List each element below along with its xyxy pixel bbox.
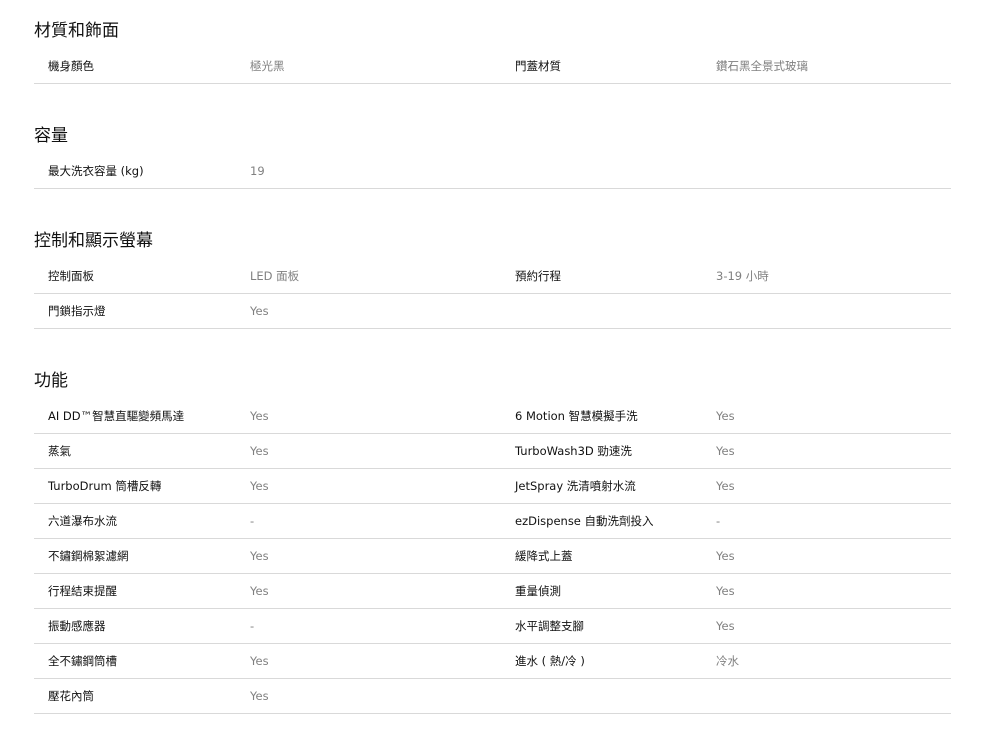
spec-value: 鑽石黑全景式玻璃 xyxy=(716,59,808,73)
spec-label: 進水 ( 熱/冷 ) xyxy=(515,654,585,668)
spec-value: 極光黑 xyxy=(250,59,285,73)
spec-value: 冷水 xyxy=(716,654,739,668)
spec-value: LED 面板 xyxy=(250,269,300,283)
spec-label: 行程結束提醒 xyxy=(48,584,117,598)
spec-value: - xyxy=(250,514,255,528)
spec-label: 不鏽鋼棉絮濾網 xyxy=(48,549,129,563)
spec-label: 門蓋材質 xyxy=(515,59,561,73)
spec-label: 壓花內筒 xyxy=(48,689,94,703)
spec-row: 最大洗衣容量 (kg) 19 xyxy=(34,154,951,189)
spec-label: AI DD™智慧直驅變頻馬達 xyxy=(48,409,185,423)
spec-row: 不鏽鋼棉絮濾網 Yes 緩降式上蓋 Yes xyxy=(34,539,951,574)
spec-value: Yes xyxy=(250,689,269,703)
spec-row: 六道瀑布水流 - ezDispense 自動洗劑投入 - xyxy=(34,504,951,539)
spec-row: 全不鏽鋼筒槽 Yes 進水 ( 熱/冷 ) 冷水 xyxy=(34,644,951,679)
spec-label: TurboWash3D 勁速洗 xyxy=(515,444,632,458)
spec-row: 蒸氣 Yes TurboWash3D 勁速洗 Yes xyxy=(34,434,951,469)
section-features: 功能 AI DD™智慧直驅變頻馬達 Yes 6 Motion 智慧模擬手洗 Ye… xyxy=(34,364,951,714)
spec-label: 緩降式上蓋 xyxy=(515,549,573,563)
spec-value: Yes xyxy=(250,584,269,598)
section-title: 控制和顯示螢幕 xyxy=(34,231,153,251)
spec-value: Yes xyxy=(250,549,269,563)
spec-row: AI DD™智慧直驅變頻馬達 Yes 6 Motion 智慧模擬手洗 Yes xyxy=(34,399,951,434)
spec-page: 材質和飾面 機身顏色 極光黑 門蓋材質 鑽石黑全景式玻璃 容量 最大洗衣容量 (… xyxy=(0,0,1000,743)
spec-row: 門鎖指示燈 Yes xyxy=(34,294,951,329)
spec-row: 控制面板 LED 面板 預約行程 3-19 小時 xyxy=(34,259,951,294)
spec-value: Yes xyxy=(716,619,735,633)
spec-label: 六道瀑布水流 xyxy=(48,514,117,528)
spec-value: Yes xyxy=(250,444,269,458)
spec-row: 機身顏色 極光黑 門蓋材質 鑽石黑全景式玻璃 xyxy=(34,49,951,84)
spec-label: 全不鏽鋼筒槽 xyxy=(48,654,117,668)
spec-value: Yes xyxy=(250,304,269,318)
spec-label: 最大洗衣容量 (kg) xyxy=(48,164,144,178)
spec-label: 蒸氣 xyxy=(48,444,71,458)
spec-value: Yes xyxy=(250,479,269,493)
section-title: 容量 xyxy=(34,126,68,146)
spec-row: 行程結束提醒 Yes 重量偵測 Yes xyxy=(34,574,951,609)
spec-label: 6 Motion 智慧模擬手洗 xyxy=(515,409,638,423)
spec-value: Yes xyxy=(716,584,735,598)
spec-label: 機身顏色 xyxy=(48,59,94,73)
section-title: 材質和飾面 xyxy=(34,21,119,41)
spec-value: Yes xyxy=(250,409,269,423)
spec-value: 19 xyxy=(250,164,265,178)
spec-label: 重量偵測 xyxy=(515,584,561,598)
spec-label: 控制面板 xyxy=(48,269,94,283)
section-materials: 材質和飾面 機身顏色 極光黑 門蓋材質 鑽石黑全景式玻璃 xyxy=(34,14,951,84)
spec-value: Yes xyxy=(716,479,735,493)
spec-row: 壓花內筒 Yes xyxy=(34,679,951,714)
section-controls: 控制和顯示螢幕 控制面板 LED 面板 預約行程 3-19 小時 門鎖指示燈 Y… xyxy=(34,224,951,329)
spec-label: ezDispense 自動洗劑投入 xyxy=(515,514,654,528)
spec-value: - xyxy=(716,514,721,528)
spec-value: Yes xyxy=(716,549,735,563)
spec-label: 門鎖指示燈 xyxy=(48,304,106,318)
spec-value: Yes xyxy=(716,444,735,458)
section-title: 功能 xyxy=(34,371,68,391)
spec-value: Yes xyxy=(250,654,269,668)
spec-value: - xyxy=(250,619,255,633)
section-capacity: 容量 最大洗衣容量 (kg) 19 xyxy=(34,119,951,189)
spec-row: 振動感應器 - 水平調整支腳 Yes xyxy=(34,609,951,644)
spec-label: JetSpray 洗清噴射水流 xyxy=(515,479,636,493)
spec-value: 3-19 小時 xyxy=(716,269,769,283)
spec-row: TurboDrum 筒槽反轉 Yes JetSpray 洗清噴射水流 Yes xyxy=(34,469,951,504)
spec-label: 水平調整支腳 xyxy=(515,619,584,633)
spec-label: TurboDrum 筒槽反轉 xyxy=(48,479,162,493)
spec-label: 預約行程 xyxy=(515,269,561,283)
spec-value: Yes xyxy=(716,409,735,423)
spec-label: 振動感應器 xyxy=(48,619,106,633)
